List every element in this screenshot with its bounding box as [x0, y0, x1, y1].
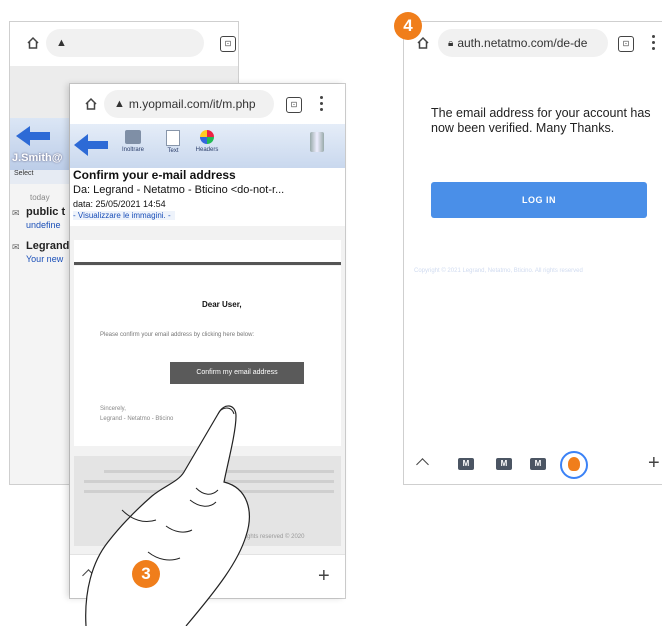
text-label: Text: [167, 148, 179, 154]
back-envelope-icon-2: ✉: [12, 242, 20, 252]
email-greeting: Dear User,: [202, 300, 242, 309]
back-mail-sub-2: Your new: [26, 254, 64, 264]
headers-button[interactable]: Headers: [190, 130, 224, 153]
front-menu-icon[interactable]: [320, 96, 324, 114]
net-chevron-up-icon[interactable]: [416, 458, 429, 471]
net-mail-tab-icon-3[interactable]: M: [530, 458, 546, 470]
back-mail-title-2: Legrand: [26, 240, 70, 252]
trash-icon[interactable]: [310, 132, 324, 152]
net-url-text: auth.netatmo.com/de-de: [457, 36, 588, 50]
net-menu-icon[interactable]: [652, 35, 656, 53]
yopmail-toolbar: Inoltrare Text Headers: [70, 124, 345, 168]
step-3-badge: 3: [132, 560, 160, 588]
net-tab-switcher[interactable]: ⊡: [618, 36, 634, 52]
headers-icon: [200, 130, 214, 144]
net-bottom-bar: M M M +: [404, 440, 662, 484]
net-new-tab-button[interactable]: +: [648, 452, 660, 475]
login-button[interactable]: LOG IN: [431, 182, 647, 218]
net-lock-icon: 🔒︎: [448, 37, 454, 49]
email-subject: Confirm your e-mail address: [73, 168, 236, 182]
back-address-bar[interactable]: ▲: [46, 29, 204, 57]
back-warning-icon: ▲: [56, 37, 67, 49]
email-banner: [74, 240, 341, 265]
net-mail-tab-icon-1[interactable]: M: [458, 458, 474, 470]
net-active-tab-icon[interactable]: [560, 451, 588, 479]
finger-tap-illustration: [85, 405, 250, 626]
forward-icon: [125, 130, 141, 144]
forward-label: Inoltrare: [121, 147, 144, 153]
back-home-icon[interactable]: [26, 36, 40, 50]
back-mail-sub-1: undefine: [26, 220, 61, 230]
email-from: Da: Legrand - Netatmo - Bticino <do-not-…: [73, 184, 285, 196]
text-icon: [166, 130, 180, 146]
back-tab-switcher[interactable]: ⊡: [220, 36, 236, 52]
netatmo-flame-icon: [568, 457, 580, 471]
email-instruction: Please confirm your email address by cli…: [100, 332, 255, 338]
back-folder-user: J.Smith@: [12, 152, 63, 164]
front-address-bar[interactable]: ▲ m.yopmail.com/it/m.php: [104, 90, 274, 118]
confirm-email-button[interactable]: Confirm my email address: [170, 362, 304, 384]
step-4-badge: 4: [394, 12, 422, 40]
netatmo-browser-window: 🔒︎ auth.netatmo.com/de-de ⊡ The email ad…: [404, 22, 662, 484]
text-button[interactable]: Text: [160, 130, 186, 154]
yop-back-arrow-icon[interactable]: [74, 134, 110, 156]
back-today-label: today: [30, 193, 50, 202]
front-new-tab-button[interactable]: +: [318, 565, 330, 588]
back-select-label[interactable]: Select: [14, 170, 33, 177]
front-tab-switcher[interactable]: ⊡: [286, 97, 302, 113]
net-mail-tab-icon-2[interactable]: M: [496, 458, 512, 470]
verified-message: The email address for your account has n…: [431, 106, 651, 135]
forward-button[interactable]: Inoltrare: [118, 130, 148, 153]
email-date: data: 25/05/2021 14:54: [73, 199, 166, 209]
net-address-bar[interactable]: 🔒︎ auth.netatmo.com/de-de: [438, 29, 608, 57]
copyright-text: Copyright © 2021 Legrand, Netatmo, Btici…: [414, 268, 583, 274]
back-mail-title-1: public t: [26, 206, 66, 218]
net-home-icon[interactable]: [416, 36, 430, 50]
front-warning-icon: ▲: [114, 98, 125, 110]
back-envelope-icon-1: ✉: [12, 208, 20, 218]
back-arrow-icon[interactable]: [16, 126, 52, 146]
show-images-link[interactable]: - Visualizzare le immagini. -: [73, 211, 175, 220]
headers-label: Headers: [195, 147, 219, 153]
front-url-text: m.yopmail.com/it/m.php: [128, 97, 256, 111]
front-home-icon[interactable]: [84, 97, 98, 111]
